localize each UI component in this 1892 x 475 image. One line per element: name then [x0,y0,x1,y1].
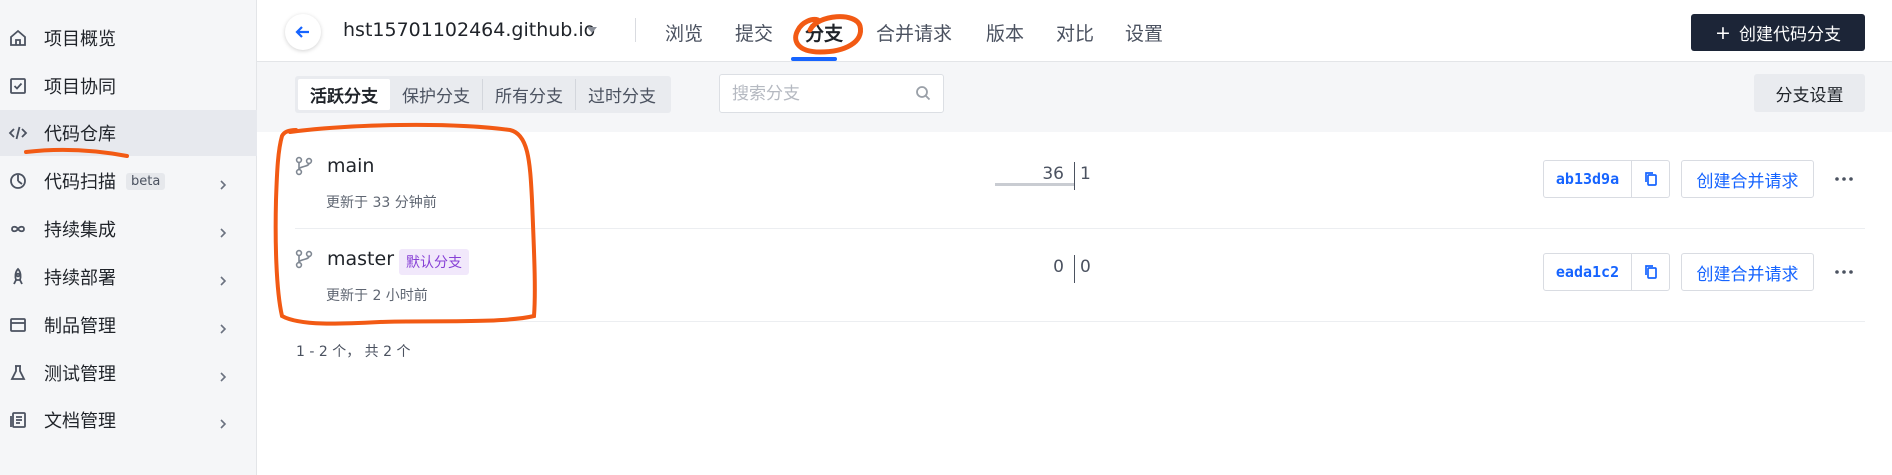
sidebar-item-ci[interactable]: 持续集成 [0,206,257,252]
sidebar-item-label: 项目协同 [44,77,116,98]
tab-commits[interactable]: 提交 [735,19,773,46]
active-tab-indicator [791,57,837,61]
sidebar-item-code-repo[interactable]: 代码仓库 [0,110,257,156]
sidebar-item-label: 文档管理 [44,411,116,432]
branch-icon [295,156,313,176]
branch-name[interactable]: main [327,155,374,177]
sidebar-item-artifacts[interactable]: 制品管理 [0,302,257,348]
tab-releases[interactable]: 版本 [986,19,1024,46]
flask-icon [7,362,29,384]
branch-search-input[interactable] [720,75,900,112]
create-branch-button[interactable]: + 创建代码分支 [1691,14,1865,51]
commit-hash-group: eada1c2 [1543,253,1670,291]
copy-icon[interactable] [1631,254,1669,290]
ahead-count: 1 [1080,164,1091,184]
sidebar-item-label: 持续集成 [44,220,116,241]
chevron-right-icon [217,414,229,429]
sidebar-item-code-scan[interactable]: 代码扫描 beta [0,158,257,204]
sidebar-item-testing[interactable]: 测试管理 [0,350,257,396]
repo-name[interactable]: hst15701102464.github.io [343,19,595,41]
more-options-icon[interactable] [1830,257,1858,287]
sidebar-item-docs[interactable]: 文档管理 [0,397,257,443]
divider [635,18,636,42]
branch-updated-time: 更新于 33 分钟前 [326,195,437,211]
sidebar-item-label: 制品管理 [44,316,116,337]
tab-browse[interactable]: 浏览 [665,19,703,46]
package-icon [7,314,29,336]
segment-stale-branches[interactable]: 过时分支 [576,79,668,110]
create-merge-request-button[interactable]: 创建合并请求 [1681,160,1814,198]
plus-icon: + [1715,21,1731,44]
chevron-right-icon [217,223,229,238]
chevron-right-icon [217,175,229,190]
behind-count: 36 [1042,164,1064,184]
ahead-count: 0 [1080,257,1091,277]
segment-all-branches[interactable]: 所有分支 [483,79,576,110]
tab-settings[interactable]: 设置 [1125,19,1163,46]
beta-badge: beta [126,172,166,190]
ahead-behind-divider [1074,162,1075,190]
chevron-right-icon [217,367,229,382]
sidebar-item-label: 持续部署 [44,268,116,289]
app-window: 项目概览 项目协同 代码仓库 代码扫描 beta 持续集成 持续部署 制品管理 … [0,0,1892,475]
commit-hash-link[interactable]: ab13d9a [1544,161,1631,197]
branch-icon [295,249,313,269]
code-icon [7,122,29,144]
tab-merge-requests[interactable]: 合并请求 [876,19,952,46]
caret-down-icon[interactable] [587,27,597,33]
sidebar: 项目概览 项目协同 代码仓库 代码扫描 beta 持续集成 持续部署 制品管理 … [0,0,257,475]
checkbox-icon [7,75,29,97]
sidebar-item-overview[interactable]: 项目概览 [0,15,257,61]
scan-icon [7,170,29,192]
behind-count: 0 [1053,257,1064,277]
tab-branches[interactable]: 分支 [805,19,843,46]
sidebar-item-label: 代码扫描 [44,172,116,193]
segment-active-branches[interactable]: 活跃分支 [298,79,390,110]
tab-compare[interactable]: 对比 [1056,19,1094,46]
branch-row-main: main 更新于 33 分钟前 36 1 ab13d9a 创建合并请求 [295,136,1865,229]
segment-protected-branches[interactable]: 保护分支 [390,79,483,110]
branch-updated-time: 更新于 2 小时前 [326,288,428,304]
sidebar-item-label: 代码仓库 [44,124,116,145]
infinity-icon [7,218,29,240]
copy-icon[interactable] [1631,161,1669,197]
commit-hash-group: ab13d9a [1543,160,1670,198]
chevron-right-icon [217,271,229,286]
sidebar-item-label: 项目概览 [44,29,116,50]
branch-name[interactable]: master [327,248,394,270]
create-branch-label: 创建代码分支 [1738,25,1841,45]
rocket-icon [7,266,29,288]
branch-settings-button[interactable]: 分支设置 [1754,74,1865,112]
document-icon [7,409,29,431]
chevron-right-icon [217,319,229,334]
home-icon [7,27,29,49]
branch-type-segmented-control: 活跃分支 保护分支 所有分支 过时分支 [295,76,671,113]
search-icon[interactable] [915,85,931,101]
sidebar-item-cd[interactable]: 持续部署 [0,254,257,300]
more-options-icon[interactable] [1830,164,1858,194]
default-branch-tag: 默认分支 [399,249,469,275]
branch-row-master: master 默认分支 更新于 2 小时前 0 0 eada1c2 创建合并请求 [295,229,1865,322]
sidebar-item-label: 测试管理 [44,364,116,385]
arrow-left-icon [295,26,309,38]
back-button[interactable] [285,14,321,50]
pagination-summary: 1 - 2 个， 共 2 个 [296,344,411,360]
ahead-behind-divider [1074,255,1075,283]
create-merge-request-button[interactable]: 创建合并请求 [1681,253,1814,291]
branch-filter-bar: 活跃分支 保护分支 所有分支 过时分支 分支设置 [257,62,1892,132]
commit-hash-link[interactable]: eada1c2 [1544,254,1631,290]
branch-search-box [719,74,944,113]
repo-header: hst15701102464.github.io 浏览 提交 分支 合并请求 版… [257,0,1892,62]
sidebar-item-collaboration[interactable]: 项目协同 [0,63,257,109]
